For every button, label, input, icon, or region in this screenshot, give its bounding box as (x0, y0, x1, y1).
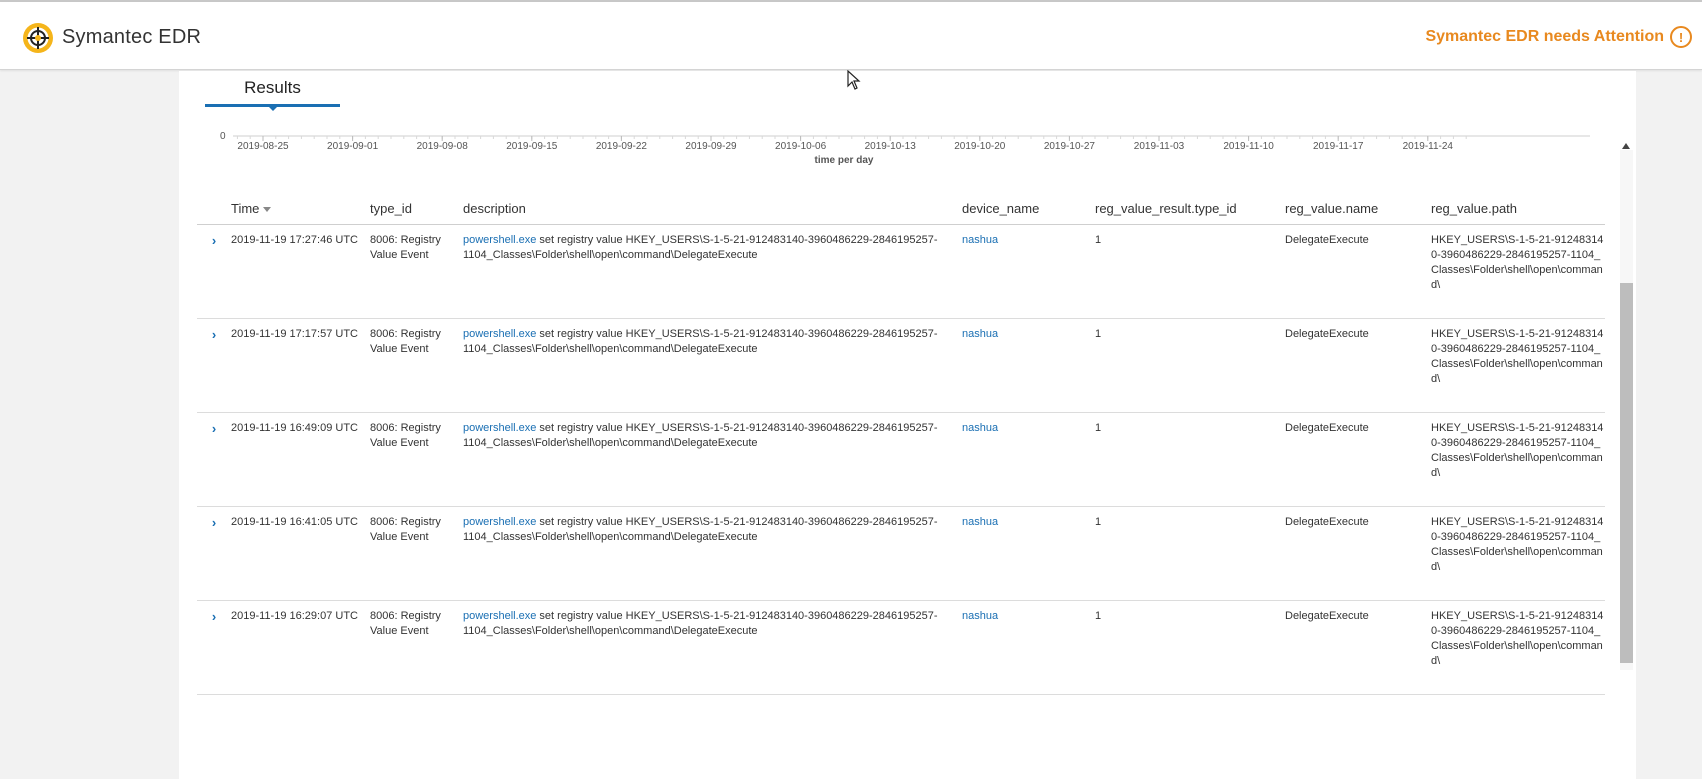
cell-reg-value-name: DelegateExecute (1285, 516, 1369, 528)
table-row[interactable]: › 2019-11-19 17:27:46 UTC 8006: Registry V… (197, 225, 1605, 319)
device-link[interactable]: nashua (962, 422, 998, 434)
cell-description: powershell.exe set registry value HKEY_U… (463, 233, 962, 318)
cell-device-name: nashua (962, 327, 1095, 412)
chart-x-tick-label: 2019-11-10 (1223, 141, 1274, 152)
header-type-id[interactable]: type_id (370, 201, 463, 216)
process-link[interactable]: powershell.exe (463, 234, 536, 246)
expand-chevron-icon[interactable]: › (212, 327, 216, 342)
process-link[interactable]: powershell.exe (463, 516, 536, 528)
cell-time: 2019-11-19 16:29:07 UTC (231, 610, 358, 622)
app-brand: Symantec EDR (62, 26, 202, 48)
chart-x-tick-label: 2019-09-22 (596, 141, 648, 152)
cell-reg-value-path: HKEY_USERS\S-1-5-21-912483140-3960486229… (1431, 328, 1604, 385)
cell-time: 2019-11-19 16:49:09 UTC (231, 422, 358, 434)
device-link[interactable]: nashua (962, 610, 998, 622)
symantec-logo-icon (23, 23, 53, 53)
cell-reg-value-result-type-id: 1 (1095, 610, 1102, 622)
scrollbar-thumb[interactable] (1620, 283, 1633, 663)
header-reg-value-name[interactable]: reg_value.name (1285, 201, 1431, 216)
cell-type-id: 8006: Registry Value Event (370, 328, 441, 355)
cell-device-name: nashua (962, 609, 1095, 694)
scroll-up-arrow-icon[interactable] (1622, 143, 1630, 149)
cell-description: powershell.exe set registry value HKEY_U… (463, 609, 962, 694)
device-link[interactable]: nashua (962, 516, 998, 528)
cell-reg-value-path: HKEY_USERS\S-1-5-21-912483140-3960486229… (1431, 234, 1604, 291)
chart-y-tick-label: 0 (220, 131, 226, 142)
sort-descending-icon[interactable] (263, 207, 272, 213)
cell-type-id: 8006: Registry Value Event (370, 234, 441, 261)
chart-x-tick-label: 2019-09-15 (506, 141, 558, 152)
cell-reg-value-result-type-id: 1 (1095, 234, 1102, 246)
cell-reg-value-result-type-id: 1 (1095, 422, 1102, 434)
cell-device-name: nashua (962, 233, 1095, 318)
table-row[interactable]: › 2019-11-19 16:41:05 UTC 8006: Registry V… (197, 507, 1605, 601)
header-reg-value-path[interactable]: reg_value.path (1431, 201, 1605, 216)
mouse-pointer-icon (847, 70, 861, 90)
chart-x-tick-label: 2019-08-25 (237, 141, 289, 152)
cell-time: 2019-11-19 17:17:57 UTC (231, 328, 358, 340)
table-row[interactable]: › 2019-11-19 17:17:57 UTC 8006: Registry V… (197, 319, 1605, 413)
header-reg-value-result-type-id[interactable]: reg_value_result.type_id (1095, 201, 1285, 216)
table-row[interactable]: › 2019-11-19 16:29:07 UTC 8006: Registry V… (197, 601, 1605, 695)
cell-reg-value-result-type-id: 1 (1095, 328, 1102, 340)
chart-x-tick-label: 2019-09-01 (327, 141, 379, 152)
cell-device-name: nashua (962, 421, 1095, 506)
header-description[interactable]: description (463, 201, 962, 216)
chart-x-tick-label: 2019-10-06 (775, 141, 827, 152)
cell-device-name: nashua (962, 515, 1095, 600)
cell-reg-value-name: DelegateExecute (1285, 234, 1369, 246)
table-row[interactable]: › 2019-11-19 16:49:09 UTC 8006: Registry V… (197, 413, 1605, 507)
cell-reg-value-path: HKEY_USERS\S-1-5-21-912483140-3960486229… (1431, 516, 1604, 573)
cell-description: powershell.exe set registry value HKEY_U… (463, 515, 962, 600)
expand-chevron-icon[interactable]: › (212, 515, 216, 530)
process-link[interactable]: powershell.exe (463, 422, 536, 434)
chart-x-tick-label: 2019-11-03 (1134, 141, 1185, 152)
header-time[interactable]: Time (231, 201, 370, 216)
cell-reg-value-result-type-id: 1 (1095, 516, 1102, 528)
chart-x-tick-label: 2019-10-20 (954, 141, 1006, 152)
cell-reg-value-name: DelegateExecute (1285, 422, 1369, 434)
table-body: › 2019-11-19 17:27:46 UTC 8006: Registry V… (197, 225, 1605, 695)
attention-text: Symantec EDR needs Attention (1425, 28, 1664, 45)
expand-chevron-icon[interactable]: › (212, 233, 216, 248)
chart-x-tick-label: 2019-10-13 (865, 141, 917, 152)
expand-chevron-icon[interactable]: › (212, 609, 216, 624)
header-device-name[interactable]: device_name (962, 201, 1095, 216)
device-link[interactable]: nashua (962, 328, 998, 340)
cell-time: 2019-11-19 17:27:46 UTC (231, 234, 358, 246)
timeline-svg: 0 2019-08-25 2019-09-01 2019-09-08 2019-09-1… (220, 131, 1590, 166)
chart-x-tick-label: 2019-11-24 (1403, 141, 1454, 152)
events-timeline-chart: 0 2019-08-25 2019-09-01 2019-09-08 2019-09-1… (220, 131, 1600, 180)
warning-icon: ! (1670, 26, 1692, 48)
chart-x-tick-label: 2019-11-17 (1313, 141, 1364, 152)
device-link[interactable]: nashua (962, 234, 998, 246)
cell-type-id: 8006: Registry Value Event (370, 422, 441, 449)
table-header: Time type_id description device_name reg… (197, 193, 1605, 225)
cell-reg-value-name: DelegateExecute (1285, 610, 1369, 622)
header-time-label: Time (231, 201, 260, 216)
tab-caret-icon (268, 106, 278, 111)
process-link[interactable]: powershell.exe (463, 610, 536, 622)
process-link[interactable]: powershell.exe (463, 328, 536, 340)
cell-description: powershell.exe set registry value HKEY_U… (463, 327, 962, 412)
expand-chevron-icon[interactable]: › (212, 421, 216, 436)
results-table: Time type_id description device_name reg… (197, 193, 1605, 695)
chart-x-axis-label: time per day (815, 155, 874, 166)
cell-reg-value-name: DelegateExecute (1285, 328, 1369, 340)
cell-reg-value-path: HKEY_USERS\S-1-5-21-912483140-3960486229… (1431, 610, 1604, 667)
chart-x-tick-label: 2019-09-08 (417, 141, 469, 152)
cell-time: 2019-11-19 16:41:05 UTC (231, 516, 358, 528)
cell-type-id: 8006: Registry Value Event (370, 516, 441, 543)
chart-x-tick-label: 2019-09-29 (685, 141, 737, 152)
cell-reg-value-path: HKEY_USERS\S-1-5-21-912483140-3960486229… (1431, 422, 1604, 479)
cell-description: powershell.exe set registry value HKEY_U… (463, 421, 962, 506)
chart-x-tick-label: 2019-10-27 (1044, 141, 1096, 152)
app-header: Symantec EDR Symantec EDR needs Attentio… (0, 2, 1702, 70)
attention-link[interactable]: Symantec EDR needs Attention ! (1425, 26, 1692, 48)
cell-type-id: 8006: Registry Value Event (370, 610, 441, 637)
